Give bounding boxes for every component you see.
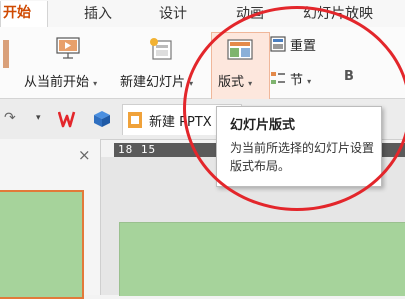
- close-icon[interactable]: ×: [78, 146, 91, 164]
- tab-insert[interactable]: 插入: [84, 4, 112, 24]
- new-slide-icon: [150, 38, 172, 60]
- cube-icon[interactable]: [93, 110, 111, 128]
- redo-icon[interactable]: ↷: [4, 110, 16, 126]
- wps-logo-icon[interactable]: [58, 110, 82, 128]
- from-current-button[interactable]: 从当前开始 ▾: [20, 34, 115, 96]
- tab-home-label: 开始: [3, 5, 31, 21]
- tab-home[interactable]: 开始: [0, 1, 48, 27]
- slide-canvas[interactable]: [119, 222, 405, 296]
- slide-thumbnail[interactable]: [0, 190, 84, 299]
- ruler-marks: 18 15: [118, 143, 157, 156]
- pptx-file-icon: [128, 112, 142, 128]
- tab-design[interactable]: 设计: [159, 4, 187, 24]
- cutoff-button-icon[interactable]: [3, 40, 9, 68]
- chevron-down-icon[interactable]: ▾: [36, 113, 41, 123]
- annotation-circle: [183, 6, 405, 211]
- new-slide-label: 新建幻灯片: [120, 75, 186, 90]
- play-slideshow-icon: [56, 37, 80, 59]
- chevron-down-icon: ▾: [93, 79, 98, 88]
- from-current-label: 从当前开始: [24, 75, 90, 90]
